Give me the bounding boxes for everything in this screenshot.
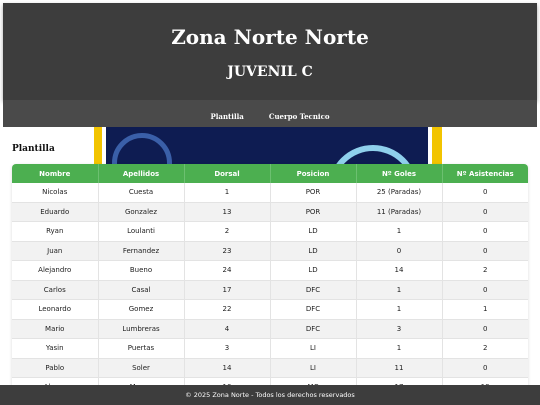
cell-nombre: Alejandro	[12, 260, 99, 281]
cell-posicion: LI	[270, 338, 357, 359]
site-header: Zona Norte Norte JUVENIL C	[3, 3, 537, 100]
cell-goles: 3	[356, 319, 443, 339]
cell-dorsal: 14	[184, 358, 271, 378]
cell-posicion: LI	[270, 358, 357, 378]
cell-posicion: DFC	[270, 319, 357, 339]
cell-dorsal: 13	[184, 202, 271, 222]
nav-bar: Plantilla Cuerpo Tecnico	[3, 100, 537, 127]
table-row: Yasin Puertas 3 LI 1 2	[12, 338, 528, 359]
cell-asistencias: 0	[442, 280, 528, 300]
cell-goles: 25 (Paradas)	[356, 183, 443, 203]
cell-apellidos: Gomez	[98, 299, 185, 320]
cell-apellidos: Puertas	[98, 338, 185, 359]
table-row: Alejandro Bueno 24 LD 14 2	[12, 260, 528, 281]
cell-nombre: Carlos	[12, 280, 99, 300]
cell-asistencias: 1	[442, 299, 528, 320]
table-row: Nicolas Cuesta 1 POR 25 (Paradas) 0	[12, 183, 528, 203]
cell-asistencias: 0	[442, 202, 528, 222]
footer-text: © 2025 Zona Norte - Todos los derechos r…	[185, 391, 355, 399]
cell-asistencias: 2	[442, 260, 528, 281]
cell-posicion: POR	[270, 202, 357, 222]
cell-dorsal: 23	[184, 241, 271, 261]
table-row: Eduardo Gonzalez 13 POR 11 (Paradas) 0	[12, 202, 528, 222]
cell-posicion: LD	[270, 260, 357, 281]
col-header-asistencias: Nº Asistencias	[442, 164, 528, 183]
col-header-nombre: Nombre	[12, 164, 99, 183]
cell-posicion: POR	[270, 183, 357, 203]
cell-goles: 1	[356, 299, 443, 320]
table-row: Leonardo Gomez 22 DFC 1 1	[12, 299, 528, 320]
crest-swoosh-dark	[112, 133, 172, 164]
col-header-apellidos: Apellidos	[98, 164, 185, 183]
section-title: Plantilla	[12, 144, 55, 154]
site-footer: © 2025 Zona Norte - Todos los derechos r…	[0, 385, 540, 405]
cell-asistencias: 0	[442, 241, 528, 261]
cell-goles: 1	[356, 338, 443, 359]
cell-asistencias: 0	[442, 183, 528, 203]
nav-link-plantilla[interactable]: Plantilla	[211, 112, 244, 121]
cell-goles: 11 (Paradas)	[356, 202, 443, 222]
team-subtitle: JUVENIL C	[227, 64, 313, 80]
cell-nombre: Yasin	[12, 338, 99, 359]
cell-goles: 1	[356, 280, 443, 300]
cell-goles: 11	[356, 358, 443, 378]
cell-goles: 0	[356, 241, 443, 261]
cell-dorsal: 24	[184, 260, 271, 281]
cell-dorsal: 1	[184, 183, 271, 203]
table-row: Carlos Casal 17 DFC 1 0	[12, 280, 528, 300]
table-row: Juan Fernandez 23 LD 0 0	[12, 241, 528, 261]
cell-nombre: Juan	[12, 241, 99, 261]
cell-nombre: Leonardo	[12, 299, 99, 320]
cell-dorsal: 3	[184, 338, 271, 359]
nav-link-cuerpo-tecnico[interactable]: Cuerpo Tecnico	[269, 112, 330, 121]
cell-apellidos: Gonzalez	[98, 202, 185, 222]
table-header-row: Nombre Apellidos Dorsal Posicion Nº Gole…	[12, 164, 528, 183]
cell-apellidos: Lumbreras	[98, 319, 185, 339]
cell-nombre: Eduardo	[12, 202, 99, 222]
cell-nombre: Mario	[12, 319, 99, 339]
col-header-goles: Nº Goles	[356, 164, 443, 183]
cell-posicion: DFC	[270, 299, 357, 320]
cell-goles: 14	[356, 260, 443, 281]
site-title: Zona Norte Norte	[171, 25, 369, 49]
cell-nombre: Ryan	[12, 221, 99, 242]
table-row: Mario Lumbreras 4 DFC 3 0	[12, 319, 528, 339]
cell-posicion: LD	[270, 221, 357, 242]
cell-asistencias: 0	[442, 358, 528, 378]
cell-asistencias: 0	[442, 319, 528, 339]
cell-asistencias: 0	[442, 221, 528, 242]
cell-apellidos: Cuesta	[98, 183, 185, 203]
cell-nombre: Nicolas	[12, 183, 99, 203]
col-header-posicion: Posicion	[270, 164, 357, 183]
crest-graphic	[102, 127, 432, 164]
cell-apellidos: Casal	[98, 280, 185, 300]
cell-apellidos: Soler	[98, 358, 185, 378]
cell-asistencias: 2	[442, 338, 528, 359]
cell-apellidos: Loulanti	[98, 221, 185, 242]
table-row: Ryan Loulanti 2 LD 1 0	[12, 221, 528, 242]
cell-apellidos: Fernandez	[98, 241, 185, 261]
cell-posicion: DFC	[270, 280, 357, 300]
team-banner-image	[94, 127, 442, 164]
table-row: Pablo Soler 14 LI 11 0	[12, 358, 528, 378]
cell-posicion: LD	[270, 241, 357, 261]
cell-dorsal: 22	[184, 299, 271, 320]
cell-dorsal: 2	[184, 221, 271, 242]
roster-table: Nombre Apellidos Dorsal Posicion Nº Gole…	[12, 164, 528, 398]
col-header-dorsal: Dorsal	[184, 164, 271, 183]
crest-swoosh-light	[328, 145, 418, 164]
cell-dorsal: 4	[184, 319, 271, 339]
cell-dorsal: 17	[184, 280, 271, 300]
cell-nombre: Pablo	[12, 358, 99, 378]
cell-apellidos: Bueno	[98, 260, 185, 281]
cell-goles: 1	[356, 221, 443, 242]
